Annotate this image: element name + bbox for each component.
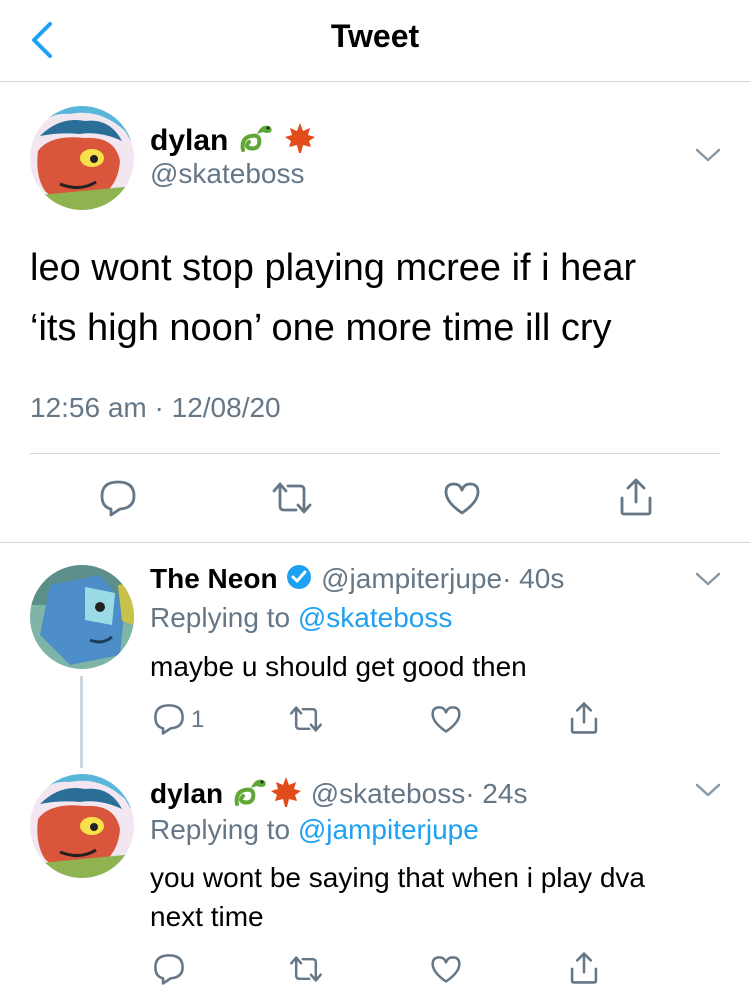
- chevron-down-icon[interactable]: [694, 570, 722, 588]
- author-handle[interactable]: @skateboss: [150, 158, 305, 190]
- reply-header: The Neon @jampiterjupe· 40s: [150, 563, 564, 598]
- tweet-text-line: ‘its high noon’ one more time ill cry: [30, 307, 612, 349]
- tweet-text: leo wont stop playing mcree if i hear ‘i…: [30, 238, 720, 358]
- tweet-age: · 24s: [465, 777, 528, 809]
- author-handle[interactable]: @skateboss: [311, 778, 466, 809]
- avatar[interactable]: [30, 106, 134, 210]
- avatar[interactable]: [30, 774, 134, 878]
- reply-header: dylan @skateboss· 24s: [150, 774, 527, 817]
- tweet-age: · 40s: [502, 563, 565, 594]
- reply-count: 1: [191, 706, 205, 733]
- dragon-emoji-icon: [231, 774, 269, 817]
- like-icon[interactable]: [442, 480, 482, 516]
- tweet-text-line: you wont be saying that when i play dva: [150, 862, 645, 893]
- thread-line: [80, 676, 83, 768]
- tweet-timestamp: 12:56 am · 12/08/20: [30, 392, 281, 423]
- replying-to: Replying to @jampiterjupe: [150, 814, 479, 846]
- chevron-down-icon[interactable]: [694, 781, 722, 799]
- reply-icon[interactable]: [98, 478, 138, 518]
- tweet-text: you wont be saying that when i play dva …: [150, 858, 710, 936]
- tweet-text: maybe u should get good then: [150, 651, 527, 682]
- maple-leaf-emoji-icon: [283, 121, 317, 163]
- like-icon[interactable]: [429, 704, 463, 734]
- retweet-icon[interactable]: [288, 704, 324, 734]
- share-icon[interactable]: [616, 476, 656, 518]
- replying-to-link[interactable]: @jampiterjupe: [298, 814, 479, 845]
- author-name[interactable]: dylan: [150, 778, 223, 809]
- replying-to-label: Replying to: [150, 814, 291, 845]
- chevron-down-icon[interactable]: [694, 146, 722, 164]
- reply-icon[interactable]: [152, 702, 186, 736]
- retweet-icon[interactable]: [288, 954, 324, 984]
- tweet-text-line: leo wont stop playing mcree if i hear: [30, 247, 637, 289]
- verified-badge-icon: [285, 563, 313, 598]
- tweet-text-line: next time: [150, 901, 264, 932]
- nav-bar: Tweet: [0, 0, 750, 82]
- divider: [0, 542, 750, 543]
- reply-icon[interactable]: [152, 952, 186, 986]
- divider: [30, 453, 720, 454]
- page-title: Tweet: [330, 18, 420, 54]
- author-name-text: dylan: [150, 123, 229, 157]
- retweet-icon[interactable]: [270, 480, 314, 516]
- author-name[interactable]: The Neon: [150, 563, 278, 594]
- share-icon[interactable]: [567, 700, 601, 736]
- replying-to-link[interactable]: @skateboss: [298, 602, 453, 633]
- replying-to-label: Replying to: [150, 602, 291, 633]
- avatar[interactable]: [30, 565, 134, 669]
- like-icon[interactable]: [429, 954, 463, 984]
- replying-to: Replying to @skateboss: [150, 602, 452, 634]
- maple-leaf-emoji-icon: [269, 775, 303, 816]
- share-icon[interactable]: [567, 950, 601, 986]
- author-handle[interactable]: @jampiterjupe: [321, 563, 502, 594]
